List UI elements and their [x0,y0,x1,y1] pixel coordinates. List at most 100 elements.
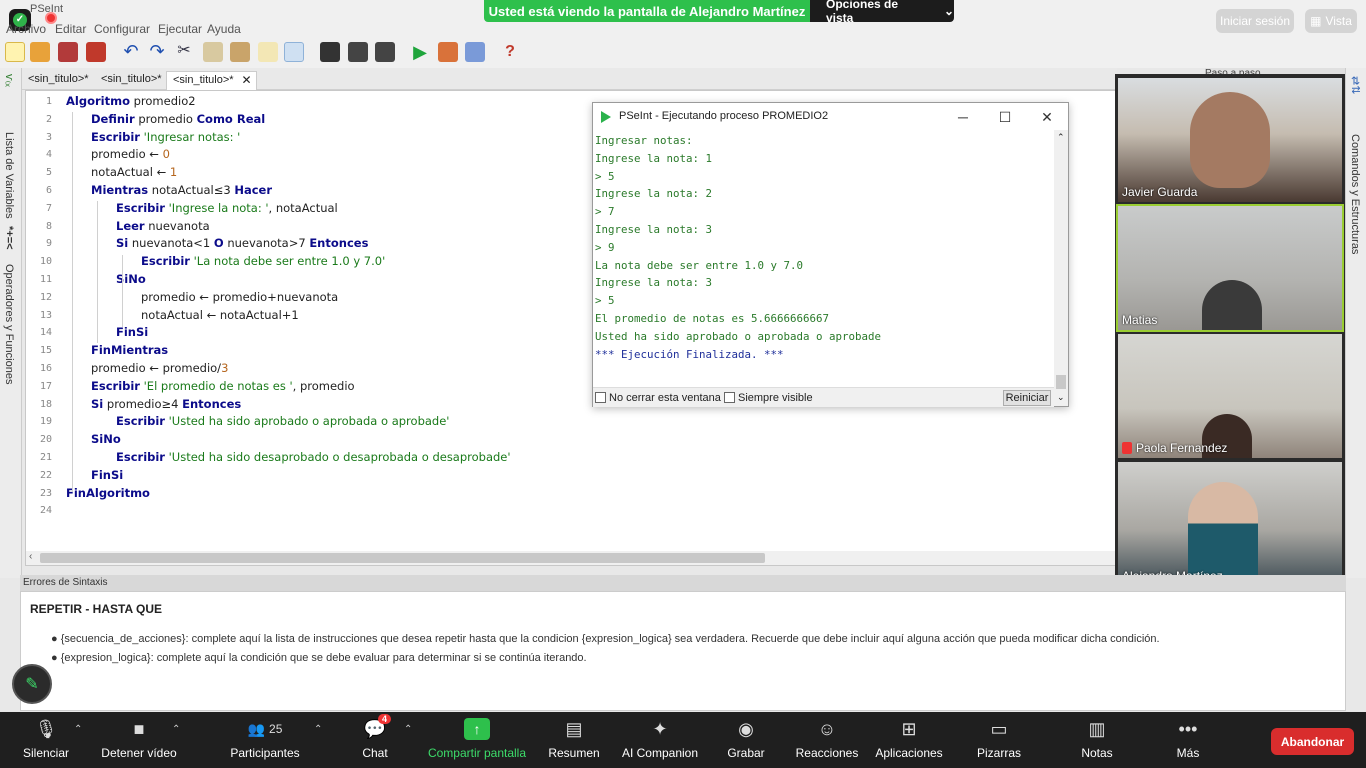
stop-video-button[interactable]: ■ Detener vídeo [100,718,178,766]
close-tab-icon[interactable]: ✕ [241,73,251,87]
code-token: nuevanota>7 [223,236,310,251]
scrollbar-thumb[interactable] [40,553,765,563]
chat-button[interactable]: 💬 4 Chat [358,714,392,766]
login-button[interactable]: Iniciar sesión [1216,9,1294,33]
scroll-down-icon[interactable]: ⌄ [1057,392,1065,403]
tab-sin-titulo-1[interactable]: <sin_titulo>* [22,71,95,90]
code-token: notaActual ← notaActual+1 [141,307,299,322]
annotate-pen-button[interactable]: ✎ [12,664,52,704]
maximize-button[interactable]: ☐ [990,107,1020,127]
paste-icon[interactable] [230,42,250,62]
redo-icon[interactable]: ↷ [147,42,167,62]
variables-panel-tab[interactable]: Lista de Variables [3,132,15,219]
always-visible-checkbox[interactable] [724,392,735,403]
cut-icon[interactable]: ✂ [174,42,194,62]
flowchart-icon[interactable] [465,42,485,62]
scroll-up-icon[interactable]: ⌃ [1057,132,1065,143]
menu-ejecutar[interactable]: Ejecutar [158,22,202,36]
help-icon[interactable]: ? [500,42,520,62]
view-button[interactable]: ▦ Vista [1305,9,1357,33]
run-icon[interactable]: ▶ [410,42,430,62]
video-tile[interactable]: Alejandro Martínez [1118,462,1342,586]
menu-editar[interactable]: Editar [55,22,86,36]
ai-companion-button[interactable]: ✦ AI Companion [620,718,700,766]
meeting-toolbar: 🎙 Silenciar ⌃ ■ Detener vídeo ⌃ 👥 25 Par… [0,712,1366,768]
restart-button[interactable]: Reiniciar [1003,390,1051,406]
new-file-icon[interactable] [5,42,25,62]
video-gallery: Javier Guarda Matias Paola Fernandez Ale… [1115,74,1345,591]
console-line: Ingrese la nota: 3 [595,223,713,236]
video-tile[interactable]: Paola Fernandez [1118,334,1342,458]
more-button[interactable]: ••• Más [1170,718,1206,766]
code-line: FinMientras [91,343,168,357]
line-number: 16 [39,363,52,374]
code-token: promedio ← promedio/ [91,361,222,375]
leave-meeting-button[interactable]: Abandonar [1271,728,1354,755]
console-titlebar[interactable]: PSeInt - Ejecutando proceso PROMEDIO2 ─ … [593,103,1068,130]
share-screen-button[interactable]: ↑ Compartir pantalla [426,718,528,766]
menu-configurar[interactable]: Configurar [94,22,150,36]
more-label: Más [1176,746,1200,760]
menu-archivo[interactable]: Archivo [6,22,46,36]
video-tile[interactable]: Javier Guarda [1118,78,1342,202]
line-number: 22 [39,469,52,481]
reactions-button[interactable]: ☺ Reacciones [795,718,859,766]
code-token: FinSi [91,467,124,482]
code-token: promedio [134,111,197,126]
code-line: SiNo [116,272,146,286]
microphone-icon: 🎙 [34,718,58,739]
search-icon[interactable] [284,42,304,62]
commands-panel-tab[interactable]: Comandos y Estructuras [1349,134,1361,254]
line-number-gutter: 1 2 3 4 5 6 7 8 9 10 11 12 13 14 15 16 17 18 19 20 21 22 23 24 [26,91,56,551]
step-by-step-icon[interactable] [438,42,458,62]
tab-sin-titulo-3[interactable]: <sin_titulo>* ✕ [166,71,257,90]
video-options-chevron-icon[interactable]: ⌃ [172,724,180,735]
console-vertical-scrollbar[interactable]: ⌃ ⌄ [1054,130,1068,406]
horizontal-scrollbar[interactable]: ‹ [26,551,1116,565]
apps-button[interactable]: ⊞ Aplicaciones [873,718,945,766]
copy-icon[interactable] [203,42,223,62]
scrollbar-thumb[interactable] [1056,375,1066,389]
tab-label: <sin_titulo>* [173,74,234,86]
code-line: promedio ← promedio/3 [91,361,228,375]
participants-options-chevron-icon[interactable]: ⌃ [314,724,322,735]
line-number: 23 [39,487,52,499]
open-file-icon[interactable] [30,42,50,62]
view-options-button[interactable]: Opciones de vista ⌄ [810,0,954,22]
replace-icon[interactable] [375,42,395,62]
whiteboards-button[interactable]: ▭ Pizarras [974,718,1024,766]
indent-guide [122,255,123,327]
menu-ayuda[interactable]: Ayuda [207,22,241,36]
undo-icon[interactable]: ↶ [121,42,141,62]
close-button[interactable]: ✕ [1032,107,1062,127]
mute-button[interactable]: 🎙 Silenciar [20,718,72,766]
audio-options-chevron-icon[interactable]: ⌃ [74,724,82,735]
code-line: promedio ← promedio+nuevanota [141,290,338,304]
code-token: notaActual ← [91,165,170,180]
indent-icon[interactable] [258,42,278,62]
code-token: notaActual≤3 [148,183,235,197]
reactions-label: Reacciones [795,746,859,760]
save-icon[interactable] [58,42,78,62]
line-number: 21 [39,452,52,463]
scroll-left-icon[interactable]: ‹ [29,551,32,562]
find-icon[interactable] [320,42,340,62]
save-as-icon[interactable] [86,42,106,62]
participant-name: Matias [1122,313,1158,327]
notes-icon: ▥ [1088,718,1106,739]
record-button[interactable]: ◉ Grabar [726,718,766,766]
tab-sin-titulo-2[interactable]: <sin_titulo>* [95,71,168,90]
code-token: Escribir [116,200,165,215]
find-next-icon[interactable] [348,42,368,62]
help-bullet: ● {expresion_logica}: complete aquí la c… [51,652,587,664]
notes-button[interactable]: ▥ Notas [1078,718,1116,766]
minimize-button[interactable]: ─ [948,107,978,127]
no-close-checkbox[interactable] [595,392,606,403]
line-number: 12 [39,291,52,303]
code-line: FinSi [116,325,148,339]
participants-button[interactable]: 👥 25 Participantes [228,718,302,766]
operators-panel-tab[interactable]: Operadores y Funciones [3,264,15,384]
summary-button[interactable]: ▤ Resumen [546,718,602,766]
chat-options-chevron-icon[interactable]: ⌃ [404,724,412,735]
video-tile[interactable]: Matias [1116,204,1344,332]
